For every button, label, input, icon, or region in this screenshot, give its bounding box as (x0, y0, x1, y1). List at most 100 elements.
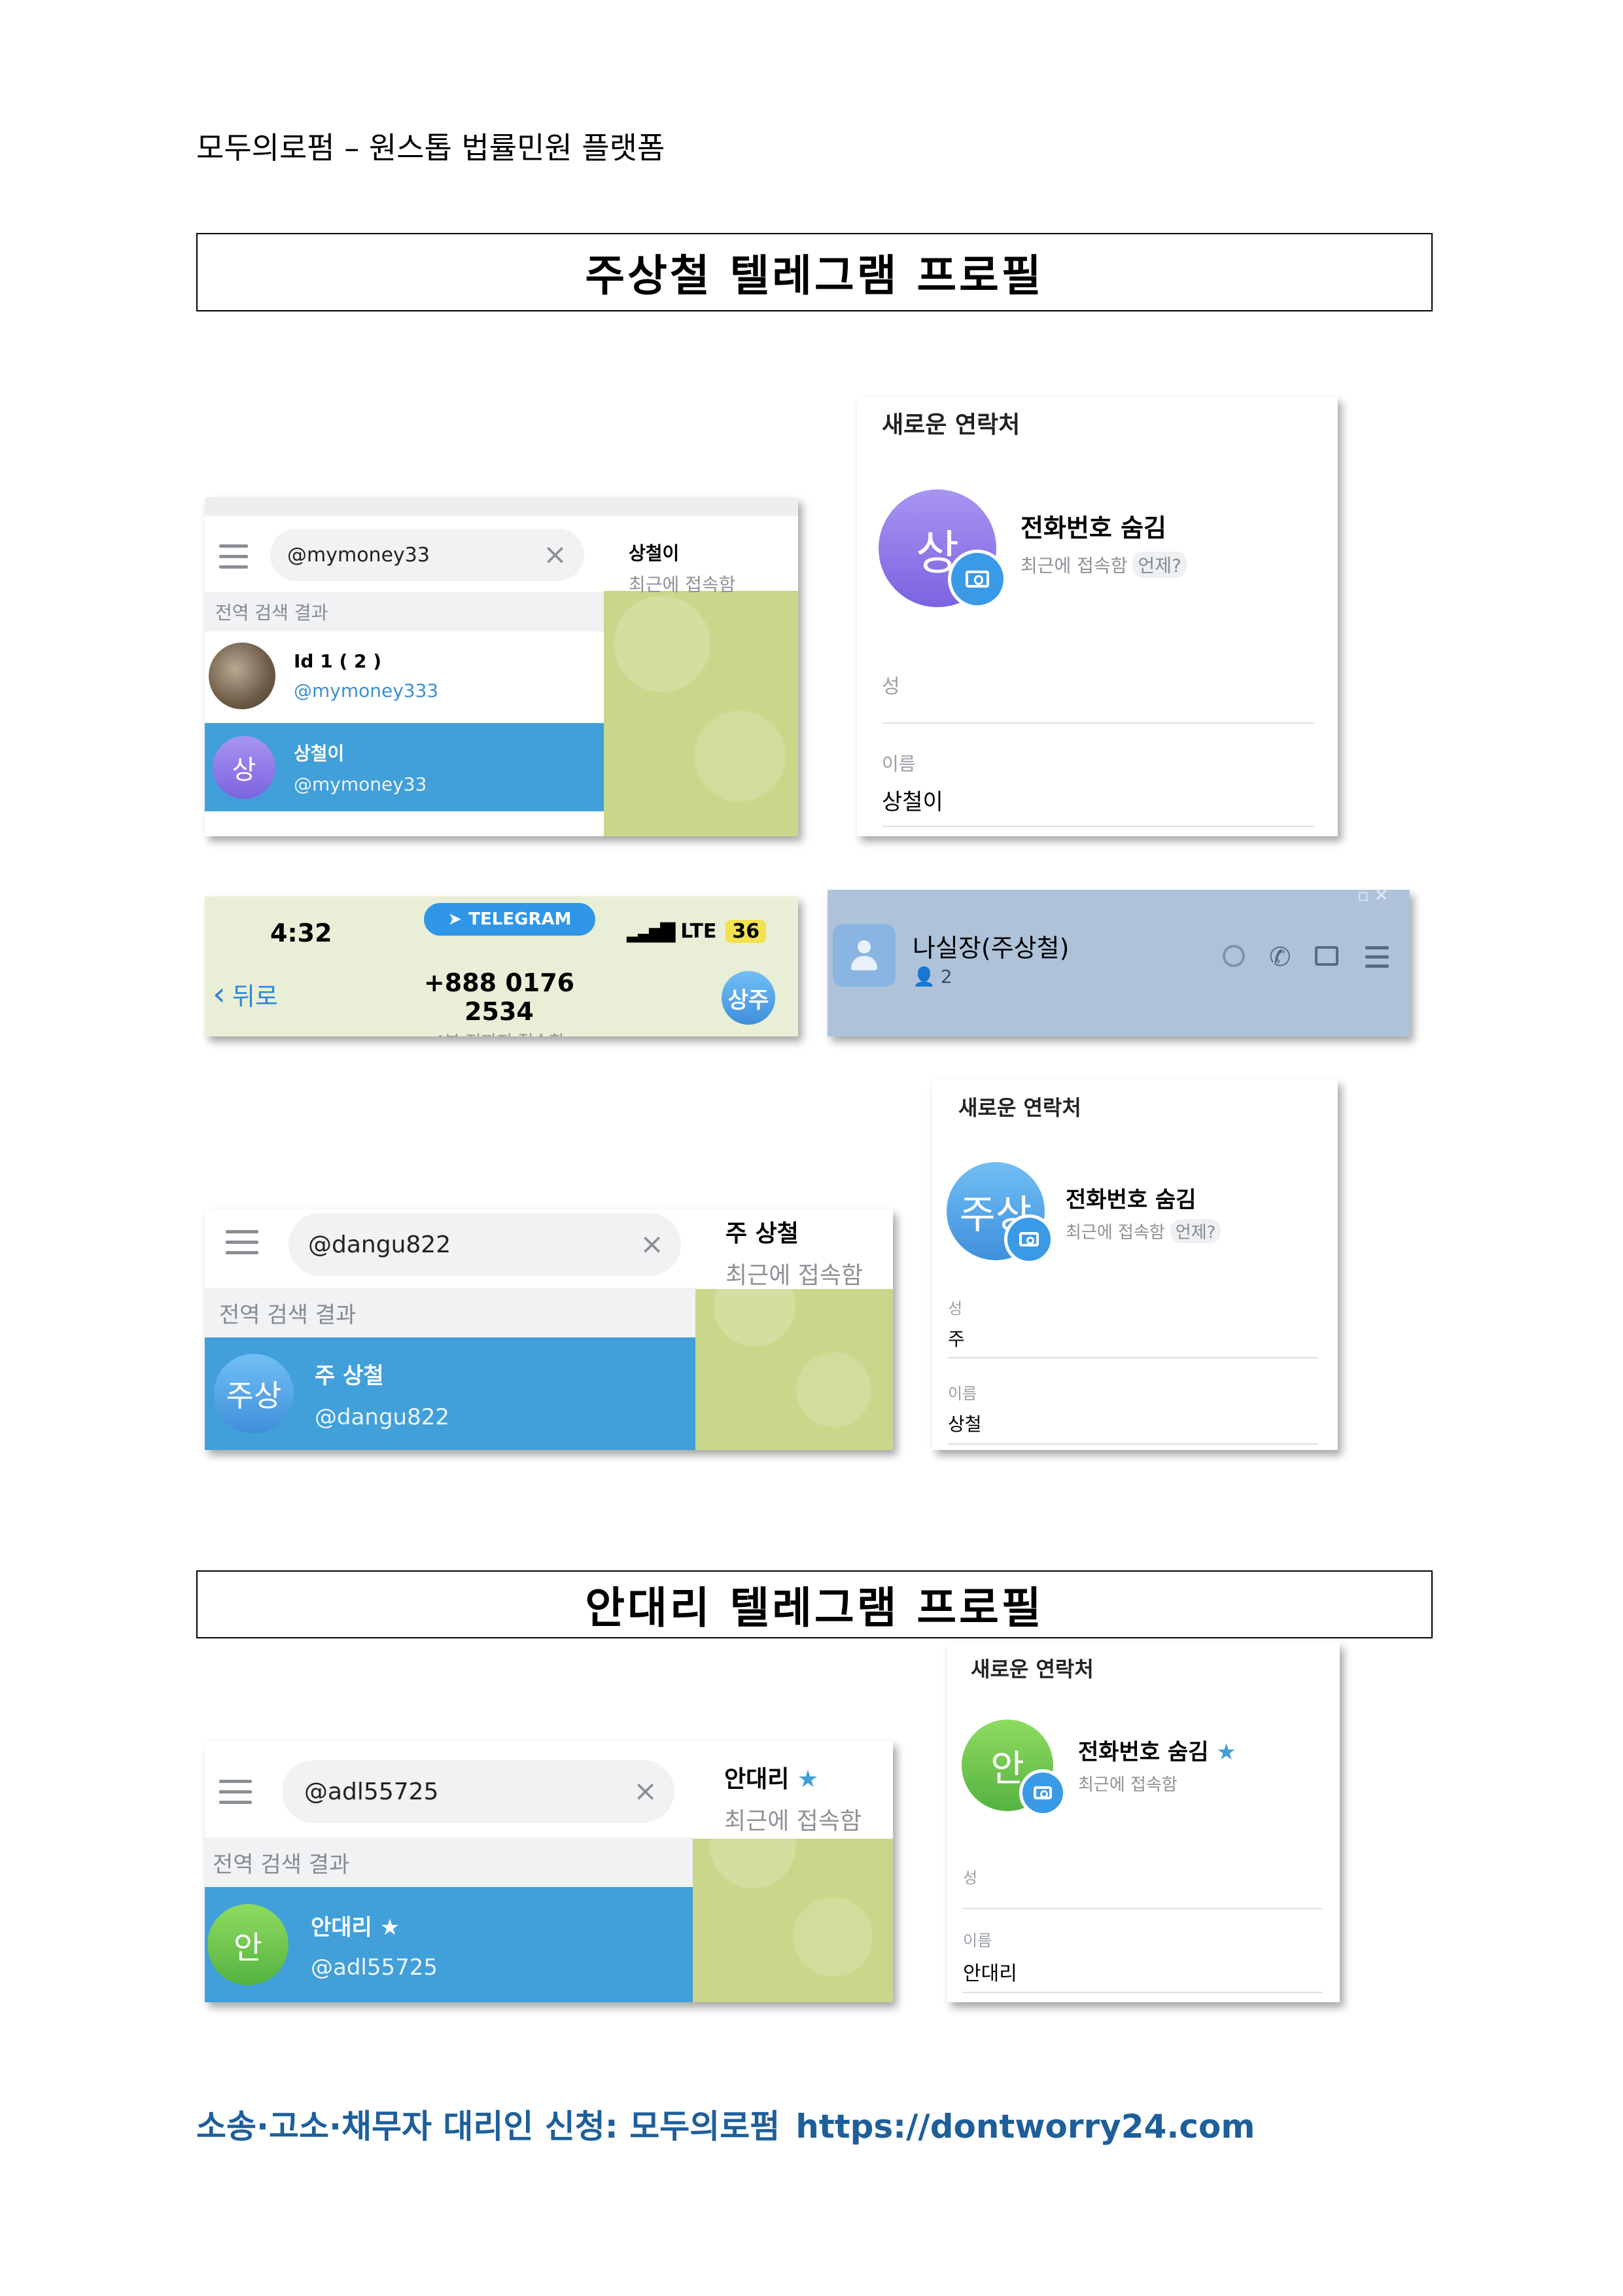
menu-hamburger-icon[interactable] (226, 1230, 258, 1256)
battery-icon: 36 (725, 920, 767, 943)
menu-hamburger-icon[interactable] (219, 1780, 252, 1806)
star-icon: ★ (1216, 1739, 1236, 1765)
star-icon: ★ (379, 1914, 400, 1941)
chat-name: 안대리 (724, 1766, 790, 1793)
first-name-value: 안대리 (963, 1962, 1017, 1985)
contact-status: 최근에 접속함 (1078, 1775, 1178, 1795)
hide-phone-label: 전화번호 숨김 (1066, 1187, 1196, 1213)
telegram-pill: ➤ TELEGRAM (424, 903, 595, 936)
chevron-left-icon: ‹ (213, 975, 226, 1013)
chat-name: 주 상철 (725, 1220, 799, 1247)
last-name-field[interactable]: 성 (882, 670, 1314, 724)
phone-avatar[interactable]: 상주 (722, 971, 775, 1025)
new-contact-panel-3: 새로운 연락처 안 전화번호 숨김 ★ 최근에 접속함 성 이름 안대리 (947, 1642, 1340, 2002)
clear-close-icon[interactable]: × (543, 540, 567, 569)
phone-chat-header: 4:32 ➤ TELEGRAM ▂▃▅▇ LTE 36 ‹ 뒤로 +888 0176… (205, 896, 798, 1036)
result-name: Id 1 ( 2 ) (294, 650, 382, 672)
group-chat-header: ▫ ✕ 나실장(주상철) 👤 2 ✆ (828, 890, 1410, 1036)
window-controls[interactable]: ▫ ✕ (1357, 890, 1389, 906)
chat-status: 최근에 접속함 (724, 1808, 862, 1835)
first-name-field[interactable]: 이름 상철이 (882, 750, 1314, 827)
telegram-send-icon: ➤ (447, 910, 462, 929)
first-name-field[interactable]: 이름 상철 (948, 1381, 1318, 1445)
search-icon[interactable] (1223, 945, 1245, 967)
contact-status: 최근에 접속함 (1021, 555, 1128, 576)
camera-icon[interactable] (1004, 1214, 1054, 1264)
footer-link[interactable]: https://dontworry24.com (795, 2108, 1255, 2146)
search-result-row[interactable]: Id 1 ( 2 ) @mymoney333 (205, 631, 604, 720)
clear-close-icon[interactable]: × (633, 1777, 657, 1806)
search-input[interactable]: @mymoney33 × (270, 529, 584, 581)
last-name-field[interactable]: 성 주 (948, 1296, 1318, 1358)
result-name: 안대리 (311, 1914, 372, 1941)
new-contact-panel-1: 새로운 연락처 상 전화번호 숨김 최근에 접속함 언제? 성 이름 상철이 (857, 397, 1338, 836)
menu-hamburger-icon[interactable] (219, 544, 248, 571)
chat-name: 상철이 (629, 542, 680, 564)
chat-header[interactable]: 상철이 최근에 접속함 (604, 516, 798, 595)
search-panel-1: @mymoney33 × 전역 검색 결과 Id 1 ( 2 ) @mymoney… (205, 497, 798, 836)
result-username: @dangu822 (315, 1404, 449, 1430)
search-result-row-selected[interactable]: 상 상철이 @mymoney33 (205, 723, 604, 811)
signal-icon: ▂▃▅▇ (627, 920, 675, 943)
new-contact-title: 새로운 연락처 (958, 1095, 1081, 1120)
global-search-label: 전역 검색 결과 (205, 1288, 695, 1337)
search-result-row-selected[interactable]: 주상 주 상철 @dangu822 (205, 1337, 695, 1450)
footer: 소송·고소·채무자 대리인 신청: 모두의로펌 https://dontworry… (196, 2100, 1255, 2147)
chat-background: 주 상철 최근에 접속함 (695, 1209, 893, 1450)
avatar: 상 (213, 735, 275, 799)
chat-background: 상철이 최근에 접속함 (604, 516, 798, 836)
when-badge[interactable]: 언제? (1132, 552, 1187, 578)
last-name-label: 성 (963, 1869, 978, 1887)
result-username: @mymoney33 (294, 773, 427, 795)
first-name-label: 이름 (948, 1385, 977, 1403)
star-icon: ★ (797, 1766, 819, 1793)
status-indicators: ▂▃▅▇ LTE 36 (627, 920, 767, 943)
photo-avatar (209, 642, 275, 709)
phone-call-icon[interactable]: ✆ (1269, 942, 1291, 972)
group-members: 👤 2 (913, 966, 952, 987)
chat-status: 최근에 접속함 (629, 574, 736, 595)
search-input[interactable]: @dangu822 × (288, 1213, 681, 1276)
search-panel-2: @dangu822 × 전역 검색 결과 주상 주 상철 @dangu822 주 … (205, 1209, 893, 1450)
back-button[interactable]: ‹ 뒤로 (213, 975, 278, 1013)
chat-background: 안대리 ★ 최근에 접속함 (693, 1740, 893, 2002)
last-name-field[interactable]: 성 (963, 1865, 1323, 1909)
hide-phone-label: 전화번호 숨김 (1078, 1739, 1209, 1765)
global-search-label: 전역 검색 결과 (205, 592, 604, 631)
last-name-label: 성 (948, 1299, 963, 1318)
search-result-row-selected[interactable]: 안 안대리 ★ @adl55725 (205, 1887, 693, 2002)
first-name-field[interactable]: 이름 안대리 (963, 1928, 1323, 1993)
contact-status: 최근에 접속함 (1066, 1223, 1165, 1243)
footer-text: 소송·고소·채무자 대리인 신청: 모두의로펌 (196, 2108, 780, 2146)
chat-header[interactable]: 주 상철 최근에 접속함 (695, 1209, 893, 1289)
first-name-value: 상철 (948, 1413, 982, 1435)
phone-contact-info[interactable]: +888 0176 2534 4분 전까지 접속함 (388, 968, 610, 1036)
group-name[interactable]: 나실장(주상철) (913, 928, 1069, 964)
result-username: @adl55725 (311, 1954, 438, 1981)
new-contact-panel-2: 새로운 연락처 주상 전화번호 숨김 최근에 접속함 언제? 성 주 이름 상철 (932, 1080, 1338, 1450)
video-icon[interactable] (1315, 946, 1338, 966)
hide-phone-label: 전화번호 숨김 (1021, 514, 1166, 542)
new-contact-title: 새로운 연락처 (882, 412, 1021, 438)
chat-header[interactable]: 안대리 ★ 최근에 접속함 (693, 1740, 893, 1839)
search-input[interactable]: @adl55725 × (282, 1760, 674, 1823)
status-time: 4:32 (270, 919, 332, 947)
camera-icon[interactable] (1019, 1769, 1066, 1816)
phone-number: +888 0176 2534 (423, 968, 575, 1026)
result-username: @mymoney333 (294, 679, 439, 701)
last-name-value: 주 (948, 1328, 965, 1350)
when-badge[interactable]: 언제? (1170, 1219, 1221, 1243)
section-title-2: 안대리 텔레그램 프로필 (196, 1570, 1433, 1638)
section-title-1: 주상철 텔레그램 프로필 (196, 233, 1433, 311)
camera-icon[interactable] (948, 550, 1007, 609)
first-name-value: 상철이 (882, 789, 943, 815)
clear-close-icon[interactable]: × (640, 1230, 664, 1259)
first-name-label: 이름 (963, 1932, 992, 1950)
group-menu-icon[interactable] (1365, 946, 1389, 968)
global-search-label: 전역 검색 결과 (205, 1837, 693, 1887)
members-icon: 👤 (913, 966, 935, 987)
new-contact-title: 새로운 연락처 (971, 1657, 1094, 1682)
first-name-label: 이름 (882, 753, 916, 775)
group-user-icon (833, 924, 896, 987)
result-name: 주 상철 (315, 1362, 384, 1389)
